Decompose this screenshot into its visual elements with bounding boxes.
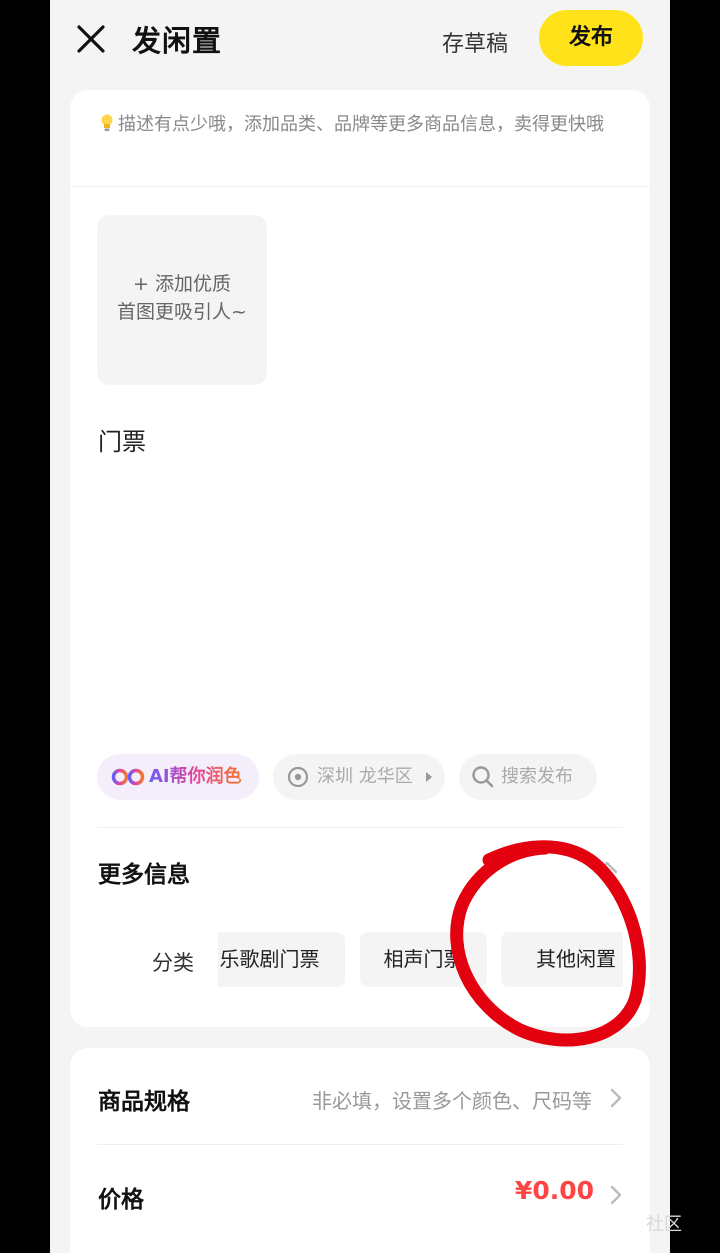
watermark-text: 社区 bbox=[646, 1214, 682, 1235]
tip-text: 描述有点少哦，添加品类、品牌等更多商品信息，卖得更快哦 bbox=[118, 114, 604, 135]
save-draft-button[interactable]: 存草稿 bbox=[442, 26, 508, 58]
more-info-title: 更多信息 bbox=[98, 862, 190, 888]
app-screen: 发闲置 存草稿 发布 描述有点少哦，添加品类、品牌等更多商品信息，卖得更快哦 +… bbox=[50, 0, 670, 1253]
search-publish-label: 搜索发布 bbox=[501, 766, 573, 787]
add-photo-line1: + 添加优质 bbox=[133, 273, 231, 295]
spec-value[interactable]: 非必填，设置多个颜色、尺码等 bbox=[312, 1085, 592, 1114]
ai-polish-button[interactable]: AI帮你润色 bbox=[97, 754, 259, 800]
page-title: 发闲置 bbox=[132, 24, 223, 58]
caret-right-icon bbox=[426, 772, 432, 782]
location-button[interactable]: 深圳 龙华区 bbox=[273, 754, 445, 800]
search-publish-button[interactable]: 搜索发布 bbox=[459, 754, 597, 800]
ai-polish-label: AI帮你润色 bbox=[149, 754, 242, 800]
location-pin-icon bbox=[287, 766, 309, 788]
add-photo-button[interactable]: + 添加优质 首图更吸引人~ bbox=[97, 215, 267, 385]
chevron-up-icon[interactable] bbox=[596, 860, 618, 874]
search-icon bbox=[472, 766, 494, 788]
divider bbox=[97, 827, 623, 828]
chevron-right-icon[interactable] bbox=[610, 1088, 622, 1108]
description-tip: 描述有点少哦，添加品类、品牌等更多商品信息，卖得更快哦 bbox=[100, 110, 622, 139]
description-input[interactable]: 门票 bbox=[98, 422, 146, 457]
category-option[interactable]: 其他闲置 bbox=[501, 932, 623, 987]
ai-infinity-icon bbox=[111, 768, 145, 786]
add-photo-label: + 添加优质 首图更吸引人~ bbox=[97, 270, 267, 326]
lightbulb-icon bbox=[101, 114, 113, 131]
price-label: 价格 bbox=[98, 1187, 144, 1213]
top-bar: 发闲置 存草稿 发布 bbox=[50, 0, 670, 80]
price-value[interactable]: ¥0.00 bbox=[515, 1176, 594, 1205]
category-options: 乐歌剧门票 相声门票 其他闲置 bbox=[218, 932, 623, 987]
category-option[interactable]: 乐歌剧门票 bbox=[218, 932, 345, 987]
details-card: 商品规格 非必填，设置多个颜色、尺码等 价格 ¥0.00 bbox=[70, 1048, 650, 1253]
publish-button[interactable]: 发布 bbox=[539, 10, 643, 66]
spec-label: 商品规格 bbox=[98, 1089, 190, 1115]
listing-card: 描述有点少哦，添加品类、品牌等更多商品信息，卖得更快哦 + 添加优质 首图更吸引… bbox=[70, 90, 650, 1027]
divider bbox=[97, 1144, 623, 1145]
chevron-right-icon[interactable] bbox=[610, 1185, 622, 1205]
add-photo-line2: 首图更吸引人~ bbox=[117, 301, 247, 323]
category-label: 分类 bbox=[152, 951, 194, 975]
location-label: 深圳 龙华区 bbox=[317, 766, 413, 787]
close-icon[interactable] bbox=[74, 22, 108, 56]
category-option[interactable]: 相声门票 bbox=[360, 932, 487, 987]
divider bbox=[70, 186, 650, 187]
